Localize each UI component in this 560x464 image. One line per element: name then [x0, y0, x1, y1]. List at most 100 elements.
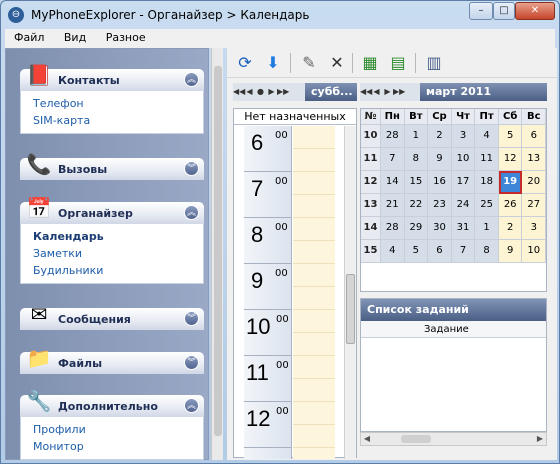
week-number[interactable]: 12 [361, 171, 381, 194]
calendar-day[interactable]: 15 [404, 171, 429, 194]
calendar-day[interactable]: 10 [451, 148, 476, 171]
calendar-day[interactable]: 8 [404, 148, 429, 171]
sidebar-item-alarms[interactable]: Будильники [33, 262, 203, 279]
group-messages-header[interactable]: ✉ Сообщения ︾ [20, 302, 204, 330]
maximize-button[interactable]: □ [493, 2, 515, 20]
next-icon[interactable]: ▶ [266, 83, 277, 101]
delete-icon[interactable]: ✕ [325, 52, 349, 74]
minimize-button[interactable]: – [469, 2, 493, 20]
next-month-icon[interactable]: ▶ [382, 83, 393, 101]
hour-row[interactable]: 9 00 [244, 264, 291, 310]
calendar-day[interactable]: 16 [428, 171, 452, 194]
time-slots[interactable] [293, 126, 335, 459]
calendar-day[interactable]: 23 [428, 194, 452, 217]
calendar-day[interactable]: 19 [498, 171, 523, 194]
close-button[interactable]: ✕ [515, 2, 555, 20]
new-task-icon[interactable]: ▤ [386, 52, 410, 74]
calendar-day[interactable]: 8 [475, 240, 499, 263]
hour-row[interactable]: 7 00 [244, 172, 291, 218]
group-calls-header[interactable]: 📞 Вызовы ︾ [20, 152, 204, 180]
last-icon[interactable]: ▶▶ [277, 83, 289, 101]
hour-row[interactable]: 12 00 [244, 402, 291, 448]
calendar-day[interactable]: 5 [404, 240, 429, 263]
calendar-day[interactable]: 25 [475, 194, 499, 217]
calendar-day[interactable]: 28 [381, 125, 405, 148]
calendar-day[interactable]: 5 [498, 125, 523, 148]
calendar-day[interactable]: 4 [381, 240, 405, 263]
calendar-day[interactable]: 11 [475, 148, 499, 171]
scrollbar-thumb[interactable] [401, 435, 431, 443]
scroll-left-icon[interactable]: ◀ [361, 433, 373, 445]
expand-icon[interactable]: ︾ [184, 161, 199, 176]
week-number[interactable]: 11 [361, 148, 381, 171]
calendar-day[interactable]: 31 [451, 217, 476, 240]
calendar-day[interactable]: 6 [522, 125, 547, 148]
refresh-icon[interactable]: ⟳ [233, 52, 257, 74]
month-label[interactable]: март 2011 [420, 83, 547, 101]
menu-view[interactable]: Вид [55, 29, 93, 44]
calendar-day[interactable]: 27 [522, 194, 547, 217]
week-number[interactable]: 13 [361, 194, 381, 217]
sidebar-item-profiles[interactable]: Профили [33, 421, 203, 438]
scrollbar-thumb[interactable] [214, 66, 222, 436]
prev-year-icon[interactable]: ◀◀ [360, 83, 372, 101]
calendar-day[interactable]: 6 [428, 240, 452, 263]
sidebar-item-calendar[interactable]: Календарь [33, 228, 203, 245]
week-number[interactable]: 14 [361, 217, 381, 240]
sidebar-scrollbar[interactable] [211, 48, 223, 460]
sidebar-item-monitor[interactable]: Монитор [33, 438, 203, 455]
today-icon[interactable]: ● [255, 83, 266, 101]
prev-icon[interactable]: ◀ [244, 83, 255, 101]
day-label[interactable]: субб... [305, 83, 357, 101]
calendar-day[interactable]: 3 [451, 125, 476, 148]
calendar-day[interactable]: 17 [451, 171, 476, 194]
calendar-view-icon[interactable]: ▥ [422, 52, 446, 74]
sidebar-item-phone[interactable]: Телефон [33, 95, 203, 112]
calendar-day[interactable]: 28 [381, 217, 405, 240]
calendar-day[interactable]: 20 [522, 171, 547, 194]
scrollbar-thumb[interactable] [346, 274, 355, 344]
group-contacts-header[interactable]: 📕 Контакты ︽ [20, 63, 204, 91]
calendar-day[interactable]: 2 [498, 217, 523, 240]
collapse-icon[interactable]: ︽ [184, 398, 199, 413]
calendar-day[interactable]: 29 [404, 217, 429, 240]
expand-icon[interactable]: ︾ [184, 355, 199, 370]
calendar-day[interactable]: 3 [522, 217, 547, 240]
first-icon[interactable]: ◀◀ [233, 83, 245, 101]
sidebar-item-sim[interactable]: SIM-карта [33, 112, 203, 129]
download-icon[interactable]: ⬇ [261, 52, 285, 74]
calendar-day[interactable]: 9 [498, 240, 523, 263]
calendar-day[interactable]: 26 [498, 194, 523, 217]
collapse-icon[interactable]: ︽ [184, 72, 199, 87]
group-files-header[interactable]: 📁 Файлы ︾ [20, 346, 204, 374]
scroll-right-icon[interactable]: ▶ [534, 433, 546, 445]
hour-row[interactable]: 11 00 [244, 356, 291, 402]
calendar-day[interactable]: 22 [404, 194, 429, 217]
calendar-day[interactable]: 2 [428, 125, 452, 148]
calendar-day[interactable]: 1 [404, 125, 429, 148]
task-hscrollbar[interactable]: ◀ ▶ [360, 432, 547, 446]
calendar-day[interactable]: 30 [428, 217, 452, 240]
new-event-icon[interactable]: ▦ [358, 52, 382, 74]
calendar-day[interactable]: 24 [451, 194, 476, 217]
group-organizer-header[interactable]: 📅 Органайзер ︽ [20, 196, 204, 224]
title-bar[interactable]: ⊖ MyPhoneExplorer - Органайзер > Календа… [1, 1, 559, 29]
calendar-day[interactable]: 21 [381, 194, 405, 217]
prev-month-icon[interactable]: ◀ [371, 83, 382, 101]
calendar-day[interactable]: 7 [381, 148, 405, 171]
menu-misc[interactable]: Разное [97, 29, 153, 44]
menu-file[interactable]: Файл [5, 29, 51, 44]
calendar-day[interactable]: 13 [522, 148, 547, 171]
hour-row[interactable]: 8 00 [244, 218, 291, 264]
hour-row[interactable]: 6 00 [244, 126, 291, 172]
calendar-day[interactable]: 9 [428, 148, 452, 171]
calendar-day[interactable]: 18 [475, 171, 499, 194]
calendar-day[interactable]: 1 [475, 217, 499, 240]
hour-row[interactable]: 10 00 [244, 310, 291, 356]
group-extra-header[interactable]: 🔧 Дополнительно ︽ [20, 389, 204, 417]
edit-icon[interactable]: ✎ [297, 52, 321, 74]
calendar-day[interactable]: 4 [475, 125, 499, 148]
day-scrollbar[interactable] [344, 126, 356, 459]
calendar-day[interactable]: 14 [381, 171, 405, 194]
collapse-icon[interactable]: ︽ [184, 205, 199, 220]
